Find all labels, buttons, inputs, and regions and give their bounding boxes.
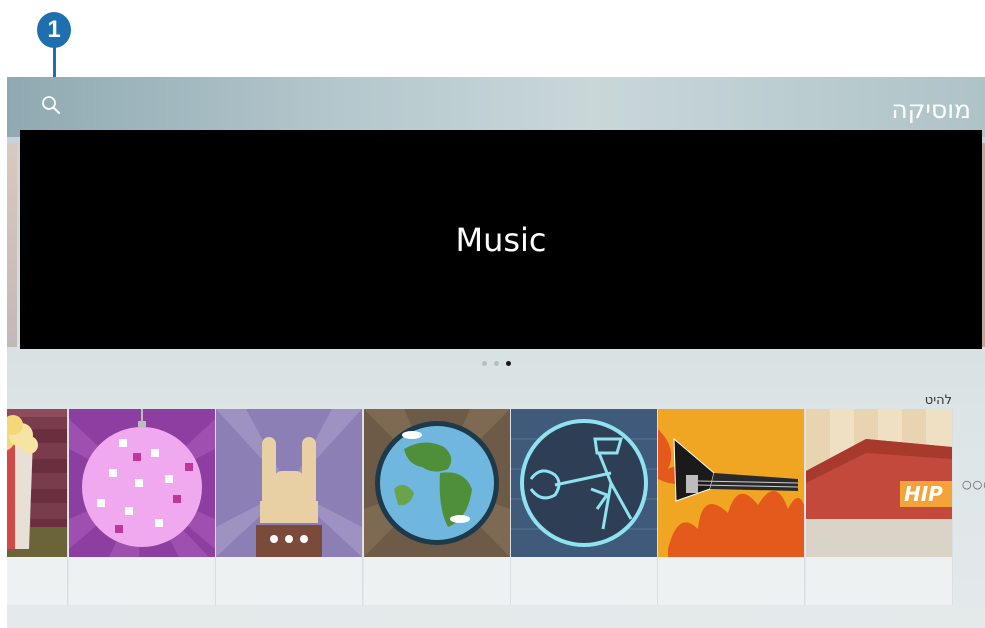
card-hip-hop-tent[interactable]: HIP	[806, 409, 953, 605]
section-label: להיט	[924, 393, 952, 408]
previous-banner-peek[interactable]	[7, 143, 17, 347]
hip-sign-text: HIP	[904, 482, 943, 506]
electric-guitar-icon	[658, 409, 804, 557]
card-disco-ball[interactable]	[69, 409, 216, 605]
card-jazz-guitarist[interactable]	[511, 409, 658, 605]
more-icon[interactable]: ○○○	[962, 478, 985, 491]
guitarist-icon	[511, 409, 657, 557]
app-row: HIP	[7, 409, 985, 605]
search-icon[interactable]	[40, 94, 62, 116]
globe-icon	[364, 409, 510, 557]
card-popcorn-theater[interactable]	[7, 409, 68, 605]
rock-hand-icon	[216, 409, 362, 557]
callout-number: 1	[47, 16, 61, 43]
page-dot-active[interactable]	[506, 361, 511, 366]
page-dot[interactable]	[494, 361, 499, 366]
top-bar: מוסיקה	[7, 77, 985, 137]
card-flaming-guitar[interactable]	[658, 409, 805, 605]
hip-tent-icon: HIP	[806, 409, 952, 557]
tv-screen: מוסיקה Music להיט HIP ○○	[7, 77, 985, 628]
banner-title: Music	[455, 220, 547, 259]
featured-banner[interactable]: Music	[20, 130, 982, 349]
popcorn-icon	[7, 409, 67, 557]
page-dot[interactable]	[482, 361, 487, 366]
page-title: מוסיקה	[891, 95, 971, 124]
callout-marker: 1	[37, 12, 71, 48]
card-rock-hand[interactable]	[216, 409, 363, 605]
banner-page-indicator	[482, 361, 511, 366]
card-globe[interactable]	[364, 409, 511, 605]
disco-ball-icon	[69, 409, 215, 557]
